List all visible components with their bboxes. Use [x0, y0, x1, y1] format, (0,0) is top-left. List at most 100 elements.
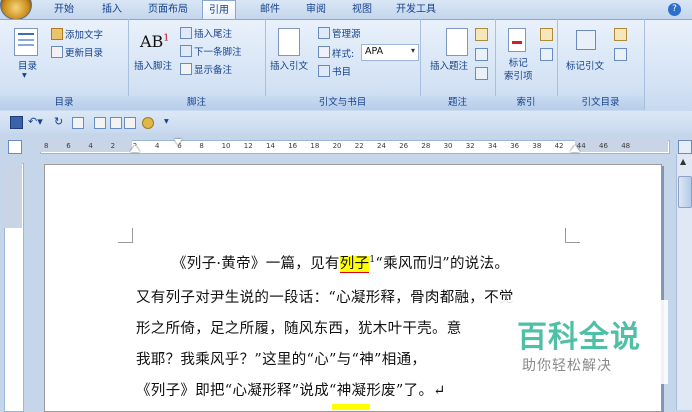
tab-developer[interactable]: 开发工具 [390, 0, 442, 19]
ruler-number: 20 [332, 142, 342, 150]
scrollbar-thumb[interactable] [678, 176, 692, 208]
insert-endnote-button[interactable]: 插入尾注 [194, 26, 232, 40]
indent-marker-icon[interactable] [130, 145, 140, 152]
group-label: 引文与书目 [265, 96, 420, 110]
style-label: 样式: [332, 49, 355, 60]
ruler-number: 30 [443, 142, 453, 150]
ruler-number: 14 [266, 142, 275, 150]
first-line-indent-icon[interactable] [174, 139, 182, 145]
tab-page-layout[interactable]: 页面布局 [142, 0, 194, 19]
update-toc-icon [51, 46, 63, 58]
show-notes-icon [180, 63, 192, 75]
style-icon [318, 46, 330, 58]
next-footnote-icon [180, 45, 192, 57]
ruler-number: 34 [488, 142, 497, 150]
toolbar-icon[interactable] [124, 117, 136, 129]
tab-selector-icon[interactable] [8, 140, 22, 154]
ruler-number: 8 [44, 142, 49, 150]
manage-sources-button[interactable]: 管理源 [332, 26, 361, 40]
margin-corner-mark [118, 228, 133, 243]
ruler-number: 42 [554, 142, 564, 150]
chevron-down-icon: ▾ [410, 46, 415, 55]
new-doc-icon[interactable] [72, 117, 84, 129]
insert-caption-button[interactable]: 插入题注 [430, 58, 468, 72]
ruler-number: 4 [155, 142, 160, 150]
index-small-icon[interactable] [540, 28, 553, 41]
doc-line-2[interactable]: 又有列子对尹生说的一段话：“心凝形释，骨肉都融，不觉 [136, 286, 514, 307]
toolbar-icon[interactable] [142, 117, 154, 129]
undo-icon[interactable]: ↶▾ [28, 115, 43, 128]
view-ruler-icon[interactable] [678, 140, 692, 154]
tab-view[interactable]: 视图 [346, 0, 378, 19]
insert-citation-icon[interactable] [278, 28, 300, 56]
mark-citation-icon[interactable] [576, 30, 596, 50]
group-label: 目录 [0, 96, 128, 110]
style-value: APA [365, 46, 384, 57]
caption-small-icon[interactable] [475, 28, 488, 41]
next-footnote-button[interactable]: 下一条脚注 [194, 44, 242, 58]
ruler-number: 4 [88, 142, 93, 150]
ruler-number: 8 [199, 142, 204, 150]
mark-entry-button[interactable]: 标记 索引项 [504, 57, 533, 83]
ruler-number: 26 [399, 142, 409, 150]
doc-line-4[interactable]: 我耶？我乘风乎？”这里的“心”与“神”相通， [136, 348, 426, 369]
help-icon[interactable]: ? [668, 3, 681, 16]
ruler-number: 38 [532, 142, 542, 150]
tab-references[interactable]: 引用 [202, 0, 236, 20]
insert-caption-icon[interactable] [446, 28, 468, 56]
toa-small-icon[interactable] [614, 28, 627, 41]
ruler-number: 12 [243, 142, 253, 150]
dropdown-arrow-icon[interactable]: ▾ [22, 70, 27, 81]
mark-citation-button[interactable]: 标记引文 [566, 58, 604, 72]
spelling-icon[interactable] [110, 117, 122, 129]
ruler-number: 32 [465, 142, 475, 150]
scroll-up-icon[interactable]: ▲ [680, 157, 686, 166]
caption-small-icon[interactable] [475, 67, 488, 80]
doc-text: “乘风而归”的说法。 [375, 256, 510, 272]
bibliography-button[interactable]: 书目 [332, 64, 351, 78]
tab-insert[interactable]: 插入 [96, 0, 128, 19]
save-icon[interactable] [10, 116, 23, 129]
add-text-icon [51, 28, 63, 40]
ruler-number: 46 [599, 142, 608, 150]
show-notes-button[interactable]: 显示备注 [194, 62, 232, 76]
toa-small-icon[interactable] [614, 48, 627, 61]
ruler-number: 24 [377, 142, 386, 150]
footnote-ab-icon[interactable]: AB1 [140, 32, 169, 51]
caption-small-icon[interactable] [475, 48, 488, 61]
ruler-number: 22 [354, 142, 364, 150]
ruler-number: 10 [221, 142, 231, 150]
group-label: 引文目录 [557, 96, 644, 110]
style-select[interactable]: APA ▾ [361, 44, 419, 61]
margin-corner-mark [565, 228, 580, 243]
customize-toolbar-icon[interactable]: ▾ [164, 116, 169, 127]
insert-citation-button[interactable]: 插入引文 [270, 58, 308, 72]
index-small-icon[interactable] [540, 48, 553, 61]
redo-icon[interactable]: ↻ [54, 115, 63, 128]
ruler-number: 2 [110, 142, 116, 150]
highlighted-text: 列子 [339, 256, 370, 273]
right-indent-icon[interactable] [570, 145, 580, 152]
tab-mailings[interactable]: 邮件 [254, 0, 286, 19]
update-toc-button[interactable]: 更新目录 [65, 45, 103, 59]
tab-review[interactable]: 审阅 [300, 0, 332, 19]
tab-home[interactable]: 开始 [48, 0, 80, 19]
group-label: 题注 [420, 96, 495, 110]
endnote-icon [180, 27, 192, 39]
doc-line-5[interactable]: 《列子》即把“心凝形释”说成“神凝形废”了。↵ [136, 379, 446, 400]
print-preview-icon[interactable] [94, 117, 106, 129]
watermark-title: 百科全说 [517, 320, 641, 355]
doc-line-1[interactable]: 《列子·黄帝》一篇，见有列子1“乘风而归”的说法。 [172, 252, 509, 273]
toc-icon[interactable] [14, 28, 38, 56]
add-text-button[interactable]: 添加文字 [65, 27, 103, 41]
ruler-number: 16 [288, 142, 298, 150]
group-label: 索引 [495, 96, 557, 110]
toc-button[interactable]: 目录 [18, 58, 37, 72]
doc-line-3[interactable]: 形之所倚，足之所履，随风东西，犹木叶干壳。意 [136, 317, 462, 338]
highlighted-text [332, 404, 370, 410]
ruler-number: 18 [310, 142, 320, 150]
manage-sources-icon [318, 27, 330, 39]
mark-entry-icon[interactable] [508, 28, 526, 52]
vertical-ruler-margin [4, 163, 22, 228]
insert-footnote-button[interactable]: 插入脚注 [134, 58, 172, 72]
